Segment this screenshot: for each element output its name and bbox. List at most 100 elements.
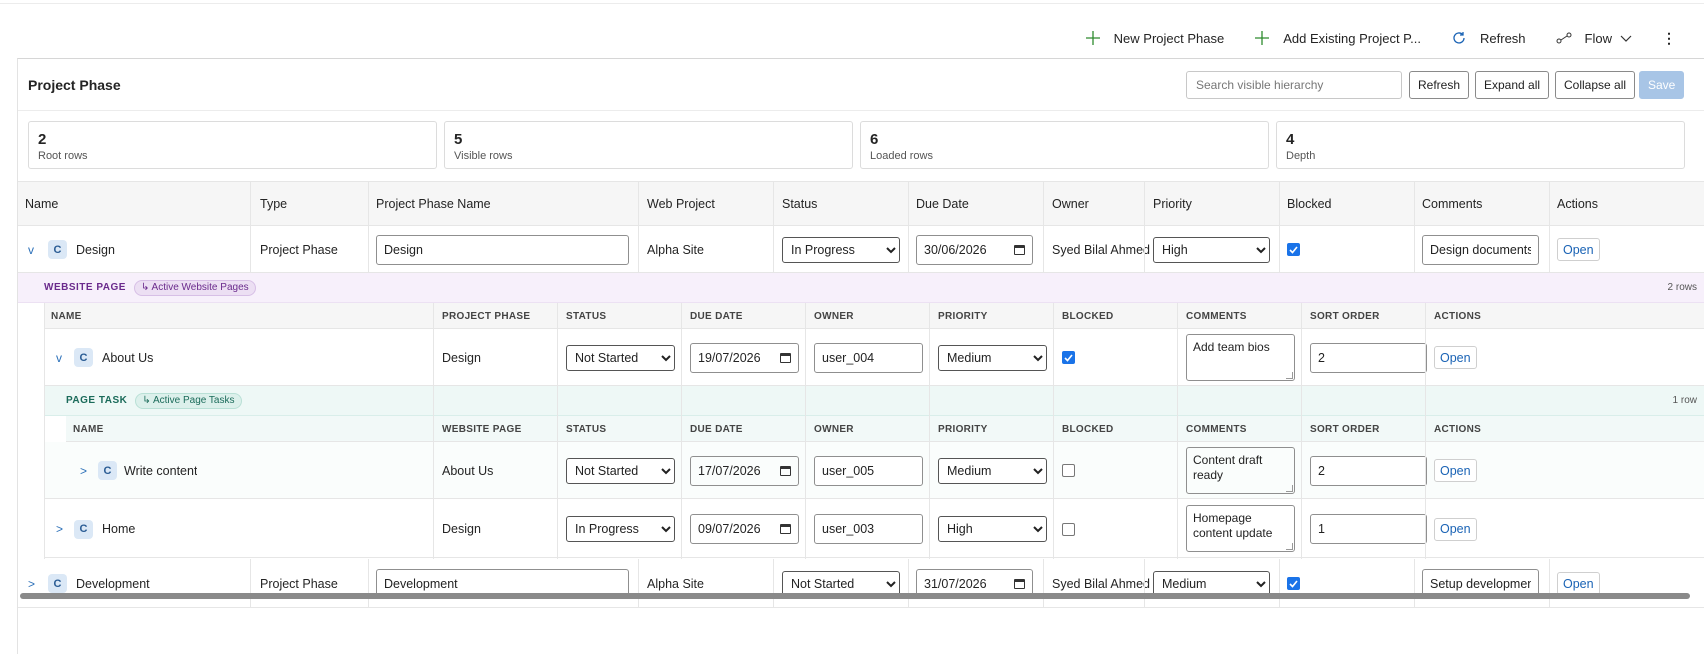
status-select[interactable]: In Progress [782, 237, 900, 263]
stat-value: 2 [38, 131, 47, 148]
blocked-checkbox[interactable] [1287, 243, 1300, 256]
priority-select[interactable]: High [938, 516, 1047, 542]
refresh-button[interactable]: Refresh [1409, 71, 1470, 99]
horizontal-scrollbar[interactable] [20, 593, 1690, 599]
refresh-command-button[interactable]: Refresh [1451, 30, 1526, 46]
table-row[interactable]: > C Home Design In Progress 09/07/2026 H… [44, 500, 1704, 558]
sub-column-website-page[interactable]: WEBSITE PAGE [442, 424, 522, 435]
table-row[interactable]: > C Development Project Phase Alpha Site… [18, 559, 1704, 608]
column-divider [1414, 559, 1415, 608]
status-select[interactable]: Not Started [566, 458, 675, 484]
blocked-checkbox[interactable] [1062, 351, 1075, 364]
column-actions[interactable]: Actions [1557, 197, 1598, 211]
sub-column-name[interactable]: NAME [51, 311, 82, 322]
column-divider [1043, 559, 1044, 608]
expand-all-button[interactable]: Expand all [1475, 71, 1550, 99]
due-date-input[interactable]: 17/07/2026 [690, 455, 799, 486]
sub-column-actions[interactable]: ACTIONS [1434, 311, 1481, 322]
flow-menu-button[interactable]: Flow [1556, 30, 1632, 46]
blocked-checkbox[interactable] [1287, 577, 1300, 590]
sub-column-project-phase[interactable]: PROJECT PHASE [442, 311, 530, 322]
comments-textarea[interactable]: Content draft ready [1186, 447, 1295, 494]
column-status[interactable]: Status [782, 197, 817, 211]
sort-order-input[interactable] [1310, 342, 1427, 373]
blocked-checkbox[interactable] [1062, 522, 1075, 536]
due-date-input[interactable]: 19/07/2026 [690, 342, 799, 373]
due-date-input[interactable]: 09/07/2026 [690, 513, 799, 544]
sub-column-owner[interactable]: OWNER [814, 424, 854, 435]
owner-input[interactable] [814, 342, 923, 373]
table-row[interactable]: > C Write content About Us Not Started 1… [44, 442, 1704, 499]
sub-column-owner[interactable]: OWNER [814, 311, 854, 322]
save-button[interactable]: Save [1639, 71, 1685, 99]
sort-order-input[interactable] [1310, 455, 1427, 486]
table-row[interactable]: v C Design Project Phase Alpha Site In P… [18, 226, 1704, 273]
open-button[interactable]: Open [1434, 346, 1477, 369]
sub-column-blocked[interactable]: BLOCKED [1062, 311, 1114, 322]
sub-column-name[interactable]: NAME [73, 424, 104, 435]
sort-order-input[interactable] [1310, 513, 1427, 544]
expand-toggle[interactable]: > [28, 559, 35, 608]
status-select[interactable]: Not Started [566, 345, 675, 371]
status-select[interactable]: In Progress [566, 516, 675, 542]
chevron-icon: > [28, 576, 36, 591]
phase-name-input[interactable] [376, 235, 629, 265]
owner-input[interactable] [814, 455, 923, 486]
expand-toggle[interactable]: v [56, 329, 62, 386]
view-filter-pill[interactable]: ↳ Active Page Tasks [135, 392, 242, 409]
sub-column-actions[interactable]: ACTIONS [1434, 424, 1481, 435]
sub-column-blocked[interactable]: BLOCKED [1062, 424, 1114, 435]
sub-column-priority[interactable]: PRIORITY [938, 424, 988, 435]
column-name[interactable]: Name [25, 197, 58, 211]
expand-toggle[interactable]: > [56, 500, 63, 558]
owner-input[interactable] [814, 513, 923, 544]
expand-toggle[interactable]: > [80, 442, 87, 499]
row-count: 1 row [1672, 395, 1697, 406]
resize-grip-icon[interactable] [1286, 543, 1293, 550]
column-owner[interactable]: Owner [1052, 197, 1089, 211]
sub-column-status[interactable]: STATUS [566, 424, 606, 435]
due-date-input[interactable]: 30/06/2026 [916, 235, 1033, 265]
add-existing-project-phase-button[interactable]: Add Existing Project P... [1254, 30, 1421, 46]
comments-textarea[interactable]: Homepage content update [1186, 505, 1295, 552]
sub-column-comments[interactable]: COMMENTS [1186, 311, 1247, 322]
more-options-icon[interactable]: ⋮ [1662, 30, 1676, 47]
column-phase-name[interactable]: Project Phase Name [376, 197, 491, 211]
sub-column-status[interactable]: STATUS [566, 311, 606, 322]
column-divider [681, 303, 682, 559]
resize-grip-icon[interactable] [1286, 372, 1293, 379]
open-button[interactable]: Open [1434, 517, 1477, 541]
comments-input[interactable] [1422, 235, 1539, 265]
comments-textarea[interactable]: Add team bios [1186, 334, 1295, 381]
resize-grip-icon[interactable] [1286, 485, 1293, 492]
sub-column-due-date[interactable]: DUE DATE [690, 424, 743, 435]
column-priority[interactable]: Priority [1153, 197, 1192, 211]
column-type[interactable]: Type [260, 197, 287, 211]
priority-select[interactable]: Medium [938, 458, 1047, 484]
expand-toggle[interactable]: v [28, 226, 34, 273]
priority-select[interactable]: Medium [938, 345, 1047, 371]
column-divider [805, 303, 806, 559]
open-button[interactable]: Open [1434, 459, 1477, 482]
sub-column-priority[interactable]: PRIORITY [938, 311, 988, 322]
open-button[interactable]: Open [1557, 238, 1600, 261]
search-input[interactable] [1186, 71, 1402, 99]
chevron-down-icon [1620, 31, 1632, 46]
sub-column-due-date[interactable]: DUE DATE [690, 311, 743, 322]
sub-column-sort-order[interactable]: SORT ORDER [1310, 311, 1380, 322]
refresh-command-label: Refresh [1480, 30, 1526, 46]
column-web-project[interactable]: Web Project [647, 197, 715, 211]
open-button[interactable]: Open [1557, 572, 1600, 595]
table-row[interactable]: v C About Us Design Not Started 19/07/20… [44, 329, 1704, 386]
new-project-phase-button[interactable]: New Project Phase [1085, 30, 1224, 46]
column-comments[interactable]: Comments [1422, 197, 1482, 211]
column-blocked[interactable]: Blocked [1287, 197, 1331, 211]
blocked-checkbox[interactable] [1062, 464, 1075, 477]
sub-column-sort-order[interactable]: SORT ORDER [1310, 424, 1380, 435]
view-filter-pill[interactable]: ↳ Active Website Pages [133, 279, 256, 296]
website-page-column-header: NAME PROJECT PHASE STATUS DUE DATE OWNER… [44, 303, 1704, 329]
priority-select[interactable]: High [1153, 237, 1270, 263]
collapse-all-button[interactable]: Collapse all [1555, 71, 1636, 99]
sub-column-comments[interactable]: COMMENTS [1186, 424, 1247, 435]
column-due-date[interactable]: Due Date [916, 197, 969, 211]
